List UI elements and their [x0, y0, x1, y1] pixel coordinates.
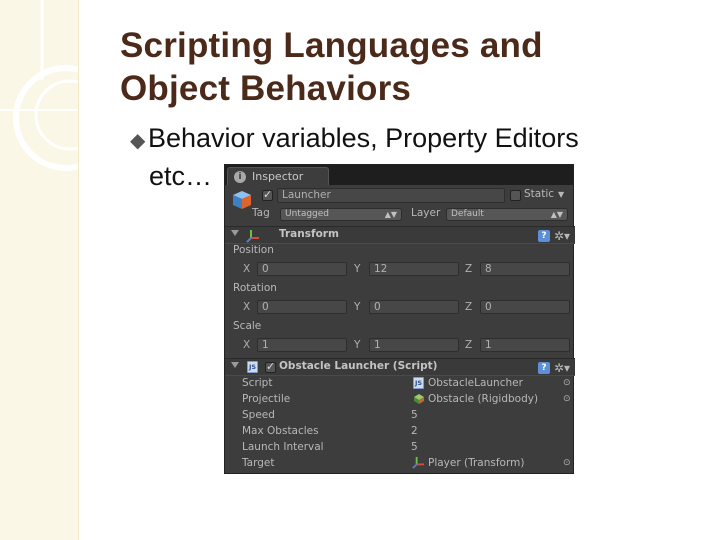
scale-y-field[interactable]: 1 [369, 338, 459, 352]
fold-triangle-icon[interactable] [231, 230, 239, 236]
popup-arrows-icon: ▲▼ [550, 210, 563, 219]
tag-dropdown[interactable]: Untagged ▲▼ [280, 208, 402, 221]
property-row-speed: Speed 5 [225, 407, 575, 423]
static-checkbox[interactable] [510, 190, 521, 201]
script-enabled-checkbox[interactable] [265, 360, 276, 373]
layer-label: Layer [411, 207, 441, 219]
js-script-icon: JS [247, 361, 258, 373]
axis-z-label: Z [465, 339, 473, 351]
script-component-header[interactable]: JS Obstacle Launcher (Script) ? ✲▾ [225, 358, 575, 376]
scale-x-field[interactable]: 1 [257, 338, 347, 352]
axis-z-label: Z [465, 263, 473, 275]
object-name-field[interactable]: Launcher [277, 188, 505, 203]
layer-dropdown[interactable]: Default ▲▼ [446, 208, 568, 221]
rotation-x-field[interactable]: 0 [257, 300, 347, 314]
scale-label: Scale [233, 320, 262, 332]
property-value[interactable]: 5 [411, 407, 418, 423]
property-row-launch-interval: Launch Interval 5 [225, 439, 575, 455]
property-value[interactable]: 5 [411, 439, 418, 455]
popup-arrows-icon: ▲▼ [384, 210, 397, 219]
property-row-target: Target Player (Transform) ⊙ [225, 455, 575, 471]
gameobject-cube-icon [231, 189, 253, 211]
js-script-icon: JS [413, 377, 424, 389]
gear-icon[interactable]: ✲▾ [554, 362, 570, 374]
static-label: Static [524, 188, 555, 200]
transform-icon [246, 229, 260, 243]
axis-y-label: Y [354, 301, 361, 313]
tab-inspector-label: Inspector [252, 170, 304, 183]
property-label: Launch Interval [242, 441, 324, 453]
axis-x-label: X [243, 301, 251, 313]
rigidbody-icon [413, 393, 425, 405]
object-picker-icon[interactable]: ⊙ [563, 391, 571, 407]
object-picker-icon[interactable]: ⊙ [563, 455, 571, 471]
axis-x-label: X [243, 339, 251, 351]
transform-title: Transform [279, 228, 339, 240]
property-label: Max Obstacles [242, 425, 319, 437]
static-dropdown-icon[interactable]: ▼ [558, 190, 564, 199]
property-row-max-obstacles: Max Obstacles 2 [225, 423, 575, 439]
position-y-field[interactable]: 12 [369, 262, 459, 276]
slide-title: Scripting Languages and Object Behaviors [120, 24, 680, 110]
property-row-projectile: Projectile Obstacle (Rigidbody) ⊙ [225, 391, 575, 407]
script-component-title: Obstacle Launcher (Script) [279, 360, 438, 372]
property-value[interactable]: ObstacleLauncher [428, 375, 523, 391]
axis-y-label: Y [354, 263, 361, 275]
property-label: Speed [242, 409, 275, 421]
property-label: Target [242, 457, 275, 469]
inspector-tab-bar: i Inspector [225, 165, 573, 185]
gear-icon[interactable]: ✲▾ [554, 230, 570, 242]
layer-value: Default [451, 209, 484, 219]
help-icon[interactable]: ? [538, 230, 550, 242]
fold-triangle-icon[interactable] [231, 362, 239, 368]
tag-value: Untagged [285, 209, 330, 219]
property-value[interactable]: Obstacle (Rigidbody) [428, 391, 538, 407]
property-value[interactable]: Player (Transform) [428, 455, 524, 471]
active-checkbox[interactable] [262, 188, 273, 201]
property-label: Script [242, 377, 273, 389]
position-label: Position [233, 244, 274, 256]
position-z-field[interactable]: 8 [480, 262, 570, 276]
decorative-side-strip [0, 0, 79, 540]
transform-header[interactable]: Transform ? ✲▾ [225, 226, 575, 244]
slide-title-line-1: Scripting Languages and [120, 26, 543, 65]
position-x-field[interactable]: 0 [257, 262, 347, 276]
object-picker-icon[interactable]: ⊙ [563, 375, 571, 391]
property-value[interactable]: 2 [411, 423, 418, 439]
slide-title-line-2: Object Behaviors [120, 69, 412, 108]
tag-label: Tag [252, 207, 270, 219]
property-label: Projectile [242, 393, 291, 405]
bullet-icon: ◆ [130, 130, 146, 152]
rotation-y-field[interactable]: 0 [369, 300, 459, 314]
transform-icon [412, 456, 425, 469]
axis-z-label: Z [465, 301, 473, 313]
tab-inspector[interactable]: i Inspector [227, 167, 329, 185]
property-row-script: Script JS ObstacleLauncher ⊙ [225, 375, 575, 391]
bullet-text: Behavior variables, Property Editors [148, 123, 579, 153]
decorative-circles [0, 0, 78, 171]
axis-y-label: Y [354, 339, 361, 351]
rotation-label: Rotation [233, 282, 277, 294]
info-icon: i [234, 171, 246, 183]
help-icon[interactable]: ? [538, 362, 550, 374]
bullet-continuation: etc… [149, 161, 213, 191]
scale-z-field[interactable]: 1 [480, 338, 570, 352]
bullet-item: ◆Behavior variables, Property Editors [130, 122, 579, 158]
inspector-panel: i Inspector Launcher Static ▼ Tag Untagg… [224, 164, 575, 474]
rotation-z-field[interactable]: 0 [480, 300, 570, 314]
axis-x-label: X [243, 263, 251, 275]
